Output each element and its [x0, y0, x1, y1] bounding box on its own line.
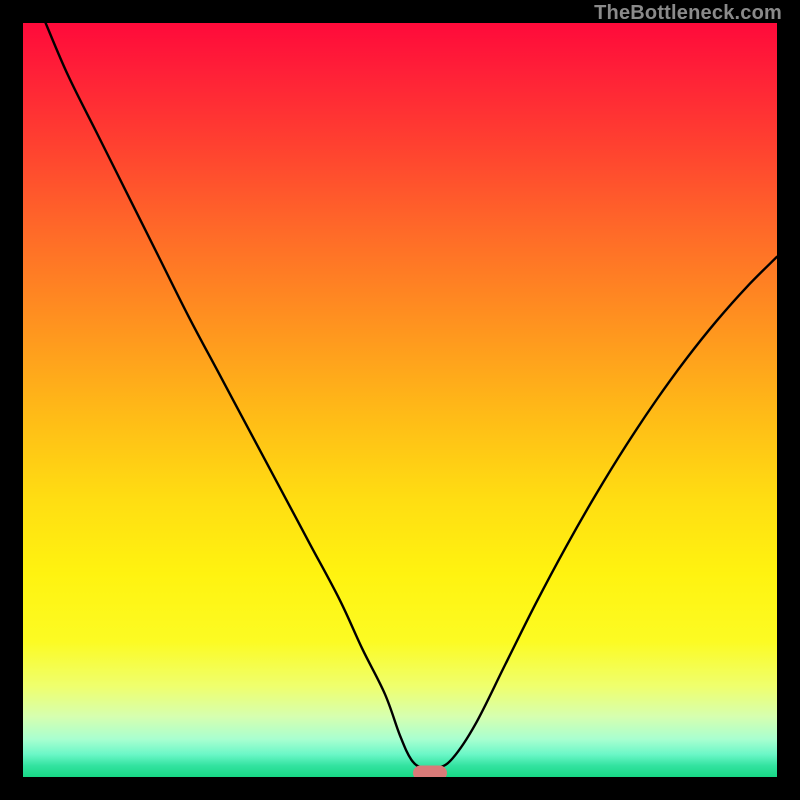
optimal-point-marker: [413, 766, 447, 777]
chart-plot-area: [23, 23, 777, 777]
watermark-text: TheBottleneck.com: [594, 2, 782, 25]
chart-frame: TheBottleneck.com: [0, 0, 800, 800]
bottleneck-curve: [23, 23, 777, 777]
